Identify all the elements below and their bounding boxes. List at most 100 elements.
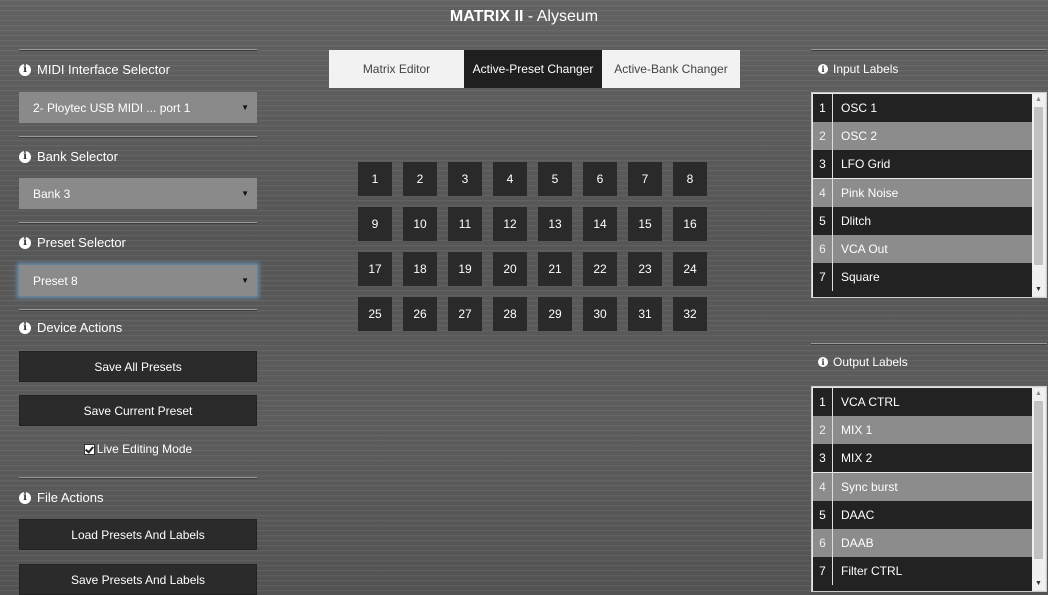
preset-button[interactable]: 32	[673, 297, 707, 331]
list-item[interactable]: 7 Filter CTRL	[813, 557, 1032, 586]
scroll-down-arrow-icon[interactable]: ▼	[1032, 284, 1045, 296]
scroll-up-arrow-icon[interactable]: ▲	[1032, 94, 1045, 106]
list-item-number: 5	[813, 500, 833, 529]
tab-matrix-editor[interactable]: Matrix Editor	[329, 50, 464, 88]
preset-button[interactable]: 2	[403, 162, 437, 196]
info-icon[interactable]: i	[19, 63, 31, 76]
tab-active-preset-changer[interactable]: Active-Preset Changer	[464, 50, 602, 88]
preset-button[interactable]: 4	[493, 162, 527, 196]
live-editing-toggle[interactable]: Live Editing Mode	[19, 442, 257, 456]
scroll-down-arrow-icon[interactable]: ▼	[1032, 578, 1045, 590]
preset-button[interactable]: 11	[448, 207, 482, 241]
list-item-number: 5	[813, 206, 833, 235]
preset-button[interactable]: 3	[448, 162, 482, 196]
preset-select[interactable]: Preset 8 ▼	[19, 265, 257, 296]
live-editing-checkbox[interactable]	[83, 443, 95, 455]
list-item-number: 7	[813, 263, 833, 292]
info-icon[interactable]: i	[19, 236, 31, 249]
preset-button[interactable]: 12	[493, 207, 527, 241]
bank-selector-heading: i Bank Selector	[19, 149, 118, 164]
caret-down-icon: ▼	[241, 189, 249, 198]
list-item-label: Square	[841, 270, 880, 285]
bank-selector-label: Bank Selector	[37, 149, 118, 164]
list-item-label: Filter CTRL	[841, 564, 903, 579]
scroll-up-arrow-icon[interactable]: ▲	[1032, 388, 1045, 400]
save-current-preset-button[interactable]: Save Current Preset	[19, 395, 257, 426]
list-item[interactable]: 7 Square	[813, 263, 1032, 292]
list-item[interactable]: 3 MIX 2	[813, 444, 1032, 473]
list-item[interactable]: 1 VCA CTRL	[813, 388, 1032, 416]
info-icon[interactable]: i	[19, 321, 31, 334]
preset-button[interactable]: 9	[358, 207, 392, 241]
list-item[interactable]: 2 MIX 1	[813, 416, 1032, 445]
input-labels-list[interactable]: 7 Square 6 VCA Out 5 Dlitch 4 Pink Noise 3 LFO Gr…	[811, 92, 1047, 298]
preset-button[interactable]: 24	[673, 252, 707, 286]
preset-button[interactable]: 22	[583, 252, 617, 286]
list-item[interactable]: 4 Pink Noise	[813, 178, 1032, 207]
preset-button[interactable]: 23	[628, 252, 662, 286]
preset-button[interactable]: 27	[448, 297, 482, 331]
list-item[interactable]: 5 Dlitch	[813, 206, 1032, 235]
midi-interface-value: 2- Ploytec USB MIDI ... port 1	[33, 100, 191, 115]
list-item-number: 3	[813, 444, 833, 473]
file-actions-heading: i File Actions	[19, 490, 103, 505]
preset-button[interactable]: 25	[358, 297, 392, 331]
list-item-label: MIX 2	[841, 451, 873, 466]
app-subtitle: - Alyseum	[523, 8, 599, 25]
list-item[interactable]: 2 OSC 2	[813, 122, 1032, 151]
list-item[interactable]: 4 Sync burst	[813, 472, 1032, 501]
preset-button[interactable]: 13	[538, 207, 572, 241]
save-presets-button[interactable]: Save Presets And Labels	[19, 564, 257, 595]
preset-button[interactable]: 30	[583, 297, 617, 331]
list-item[interactable]: 6 DAAB	[813, 529, 1032, 557]
preset-button[interactable]: 19	[448, 252, 482, 286]
preset-button[interactable]: 28	[493, 297, 527, 331]
tab-active-bank-changer[interactable]: Active-Bank Changer	[602, 50, 740, 88]
list-item[interactable]: 3 LFO Grid	[813, 150, 1032, 179]
preset-button[interactable]: 21	[538, 252, 572, 286]
divider	[19, 477, 257, 479]
live-editing-label: Live Editing Mode	[96, 442, 193, 456]
info-icon[interactable]: i	[19, 491, 31, 504]
preset-button[interactable]: 20	[493, 252, 527, 286]
list-item-label: MIX 1	[841, 423, 873, 438]
list-item-partial[interactable]	[813, 585, 1032, 591]
list-item-label: DAAB	[841, 536, 874, 550]
list-item[interactable]: 1 OSC 1	[813, 94, 1032, 122]
info-icon[interactable]: i	[818, 64, 828, 74]
input-labels-title: Input Labels	[833, 62, 899, 76]
preset-button[interactable]: 5	[538, 162, 572, 196]
info-icon[interactable]: i	[19, 150, 31, 163]
preset-button[interactable]: 16	[673, 207, 707, 241]
scrollbar-thumb[interactable]	[1034, 401, 1043, 559]
list-item-label: Dlitch	[841, 213, 872, 228]
list-item-label: LFO Grid	[841, 157, 891, 172]
preset-button[interactable]: 15	[628, 207, 662, 241]
preset-button[interactable]: 1	[358, 162, 392, 196]
preset-button[interactable]: 18	[403, 252, 437, 286]
output-labels-list[interactable]: 7 Filter CTRL 6 DAAB 5 DAAC 4 Sync burst 3 MIX 2 2…	[811, 386, 1047, 592]
bank-select[interactable]: Bank 3 ▼	[19, 178, 257, 209]
load-presets-button[interactable]: Load Presets And Labels	[19, 519, 257, 550]
list-item[interactable]: 6 VCA Out	[813, 235, 1032, 263]
list-item-partial[interactable]	[813, 291, 1032, 297]
preset-button[interactable]: 26	[403, 297, 437, 331]
save-all-presets-button[interactable]: Save All Presets	[19, 351, 257, 382]
list-item[interactable]: 5 DAAC	[813, 500, 1032, 529]
preset-button[interactable]: 7	[628, 162, 662, 196]
preset-button[interactable]: 8	[673, 162, 707, 196]
list-item-label: Sync burst	[841, 479, 898, 494]
preset-button[interactable]: 29	[538, 297, 572, 331]
preset-button[interactable]: 14	[583, 207, 617, 241]
midi-interface-select[interactable]: 2- Ploytec USB MIDI ... port 1 ▼	[19, 92, 257, 123]
divider	[811, 49, 1047, 51]
info-icon[interactable]: i	[818, 357, 828, 367]
preset-button[interactable]: 31	[628, 297, 662, 331]
preset-value: Preset 8	[33, 273, 78, 288]
preset-button[interactable]: 10	[403, 207, 437, 241]
scrollbar-thumb[interactable]	[1034, 107, 1043, 265]
caret-down-icon: ▼	[241, 276, 249, 285]
preset-button[interactable]: 6	[583, 162, 617, 196]
list-item-number: 1	[813, 388, 833, 416]
preset-button[interactable]: 17	[358, 252, 392, 286]
